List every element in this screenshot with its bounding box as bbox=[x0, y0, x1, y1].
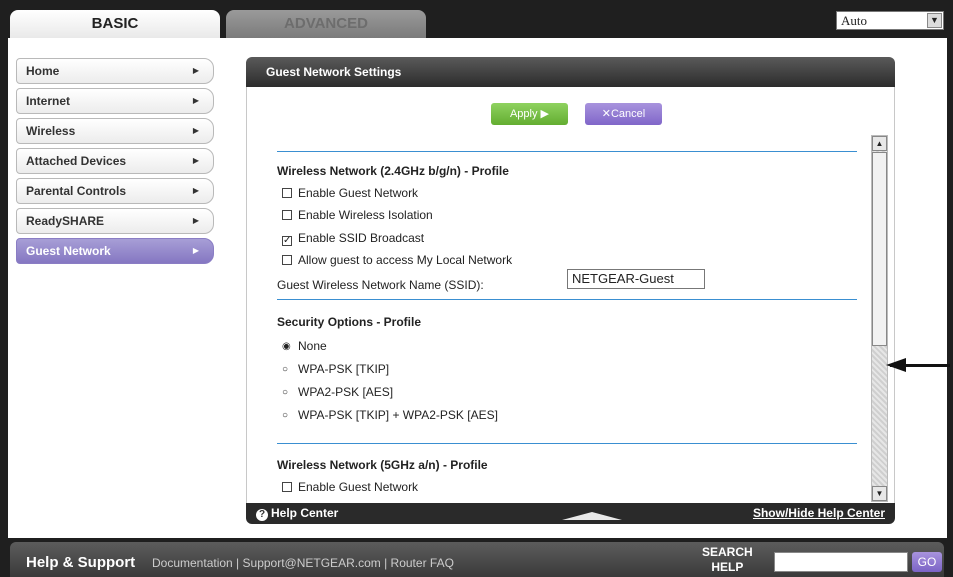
sidebar-item-label: Guest Network bbox=[26, 244, 111, 258]
scroll-up-icon[interactable]: ▲ bbox=[872, 136, 887, 151]
checkbox-label: Enable Guest Network bbox=[298, 186, 419, 200]
security-option-wpa2-aes[interactable]: ○ WPA2-PSK [AES] bbox=[282, 385, 393, 399]
enable-guest-network-24-checkbox[interactable] bbox=[282, 188, 292, 198]
language-select-value: Auto bbox=[841, 13, 867, 28]
right-frame-edge bbox=[947, 38, 953, 538]
divider bbox=[277, 443, 857, 444]
panel-body: Apply ▶ ✕Cancel Wireless Network (2.4GHz… bbox=[246, 87, 895, 503]
divider bbox=[277, 299, 857, 300]
go-button[interactable]: GO bbox=[912, 552, 942, 572]
show-hide-help-link[interactable]: Show/Hide Help Center bbox=[753, 503, 885, 524]
callout-arrow-line bbox=[890, 364, 950, 367]
sidebar-item-wireless[interactable]: Wireless ▶ bbox=[16, 118, 214, 144]
sidebar-item-label: Wireless bbox=[26, 124, 76, 138]
allow-local-row: Allow guest to access My Local Network bbox=[282, 253, 512, 267]
security-option-wpa-tkip[interactable]: ○ WPA-PSK [TKIP] bbox=[282, 362, 389, 376]
chevron-right-icon: ▶ bbox=[192, 96, 199, 105]
enable-guest-network-5-checkbox[interactable] bbox=[282, 482, 292, 492]
checkbox-label: Enable SSID Broadcast bbox=[298, 231, 425, 245]
chevron-right-icon: ▶ bbox=[192, 66, 199, 75]
checkbox-label: Enable Guest Network bbox=[298, 480, 419, 494]
search-input[interactable] bbox=[774, 552, 908, 572]
expand-up-icon[interactable] bbox=[562, 512, 622, 520]
radio-label: WPA2-PSK [AES] bbox=[298, 385, 394, 399]
search-help-label: SEARCH HELP bbox=[702, 545, 753, 575]
tab-basic[interactable]: BASIC bbox=[10, 10, 220, 38]
guest-network-panel: Guest Network Settings Apply ▶ ✕Cancel W… bbox=[246, 57, 895, 524]
help-center-bar: ? Help Center Show/Hide Help Center bbox=[246, 503, 895, 524]
allow-local-checkbox[interactable] bbox=[282, 255, 292, 265]
cancel-button[interactable]: ✕Cancel bbox=[585, 103, 662, 125]
sidebar: Home ▶ Internet ▶ Wireless ▶ Attached De… bbox=[16, 58, 214, 268]
documentation-link[interactable]: Documentation bbox=[152, 556, 233, 570]
search-label-line-1: SEARCH bbox=[702, 545, 753, 559]
help-support-title: Help & Support bbox=[26, 554, 136, 571]
panel-title: Guest Network Settings bbox=[246, 57, 895, 87]
wireless-isolation-checkbox[interactable] bbox=[282, 210, 292, 220]
chevron-right-icon: ▶ bbox=[192, 126, 199, 135]
sidebar-item-label: Attached Devices bbox=[26, 154, 127, 168]
help-support-bar: Help & Support Documentation | Support@N… bbox=[10, 542, 944, 577]
search-label-line-2: HELP bbox=[711, 560, 744, 574]
radio-label: WPA-PSK [TKIP] + WPA2-PSK [AES] bbox=[298, 408, 498, 422]
ssid-input[interactable]: NETGEAR-Guest bbox=[567, 269, 705, 289]
ssid-broadcast-checkbox[interactable]: ✓ bbox=[282, 236, 292, 246]
router-faq-link[interactable]: Router FAQ bbox=[391, 556, 454, 570]
radio-icon[interactable]: ○ bbox=[282, 411, 292, 421]
footer-links: Documentation | Support@NETGEAR.com | Ro… bbox=[152, 556, 454, 570]
sidebar-item-attached-devices[interactable]: Attached Devices ▶ bbox=[16, 148, 214, 174]
sidebar-item-home[interactable]: Home ▶ bbox=[16, 58, 214, 84]
scrollbar[interactable]: ▲ ▼ bbox=[871, 135, 888, 502]
wireless-isolation-row: Enable Wireless Isolation bbox=[282, 208, 433, 222]
radio-icon[interactable]: ○ bbox=[282, 388, 292, 398]
settings-scroll-area: Wireless Network (2.4GHz b/g/n) - Profil… bbox=[247, 135, 869, 501]
language-select[interactable]: Auto ▼ bbox=[836, 11, 944, 30]
divider bbox=[277, 151, 857, 152]
checkbox-label: Enable Wireless Isolation bbox=[298, 208, 433, 222]
enable-guest-network-24-row: Enable Guest Network bbox=[282, 186, 418, 200]
scrollbar-thumb[interactable] bbox=[872, 152, 887, 346]
sidebar-item-guest-network[interactable]: Guest Network ▶ bbox=[16, 238, 214, 264]
radio-icon[interactable]: ○ bbox=[282, 365, 292, 375]
sidebar-item-readyshare[interactable]: ReadySHARE ▶ bbox=[16, 208, 214, 234]
radio-selected-icon[interactable]: ◉ bbox=[282, 342, 292, 352]
chevron-right-icon: ▶ bbox=[192, 246, 199, 255]
sidebar-item-internet[interactable]: Internet ▶ bbox=[16, 88, 214, 114]
chevron-right-icon: ▶ bbox=[192, 156, 199, 165]
ssid-broadcast-row: ✓ Enable SSID Broadcast bbox=[282, 231, 424, 246]
help-center-link[interactable]: ? Help Center bbox=[256, 503, 338, 524]
sidebar-item-parental-controls[interactable]: Parental Controls ▶ bbox=[16, 178, 214, 204]
sidebar-item-label: Internet bbox=[26, 94, 71, 108]
wireless-5-title: Wireless Network (5GHz a/n) - Profile bbox=[277, 458, 488, 472]
radio-label: None bbox=[298, 339, 327, 353]
radio-label: WPA-PSK [TKIP] bbox=[298, 362, 390, 376]
chevron-right-icon: ▶ bbox=[192, 186, 199, 195]
sidebar-item-label: ReadySHARE bbox=[26, 214, 105, 228]
support-email-link[interactable]: Support@NETGEAR.com bbox=[243, 556, 381, 570]
enable-guest-network-5-row: Enable Guest Network bbox=[282, 480, 418, 494]
ssid-label: Guest Wireless Network Name (SSID): bbox=[277, 278, 484, 292]
top-bar: BASIC ADVANCED Auto ▼ bbox=[0, 0, 953, 38]
scroll-down-icon[interactable]: ▼ bbox=[872, 486, 887, 501]
security-option-none[interactable]: ◉ None bbox=[282, 339, 327, 353]
apply-button[interactable]: Apply ▶ bbox=[491, 103, 568, 125]
help-center-label: Help Center bbox=[271, 506, 339, 520]
security-title: Security Options - Profile bbox=[277, 315, 422, 329]
sidebar-item-label: Home bbox=[26, 64, 60, 78]
security-option-mixed[interactable]: ○ WPA-PSK [TKIP] + WPA2-PSK [AES] bbox=[282, 408, 498, 422]
checkbox-label: Allow guest to access My Local Network bbox=[298, 253, 513, 267]
footer: Help & Support Documentation | Support@N… bbox=[0, 538, 953, 577]
wireless-24-title: Wireless Network (2.4GHz b/g/n) - Profil… bbox=[277, 164, 509, 178]
chevron-down-icon[interactable]: ▼ bbox=[927, 13, 942, 28]
tab-advanced[interactable]: ADVANCED bbox=[226, 10, 426, 38]
left-frame-edge bbox=[0, 38, 8, 538]
help-icon: ? bbox=[256, 509, 268, 521]
sidebar-item-label: Parental Controls bbox=[26, 184, 127, 198]
chevron-right-icon: ▶ bbox=[192, 216, 199, 225]
